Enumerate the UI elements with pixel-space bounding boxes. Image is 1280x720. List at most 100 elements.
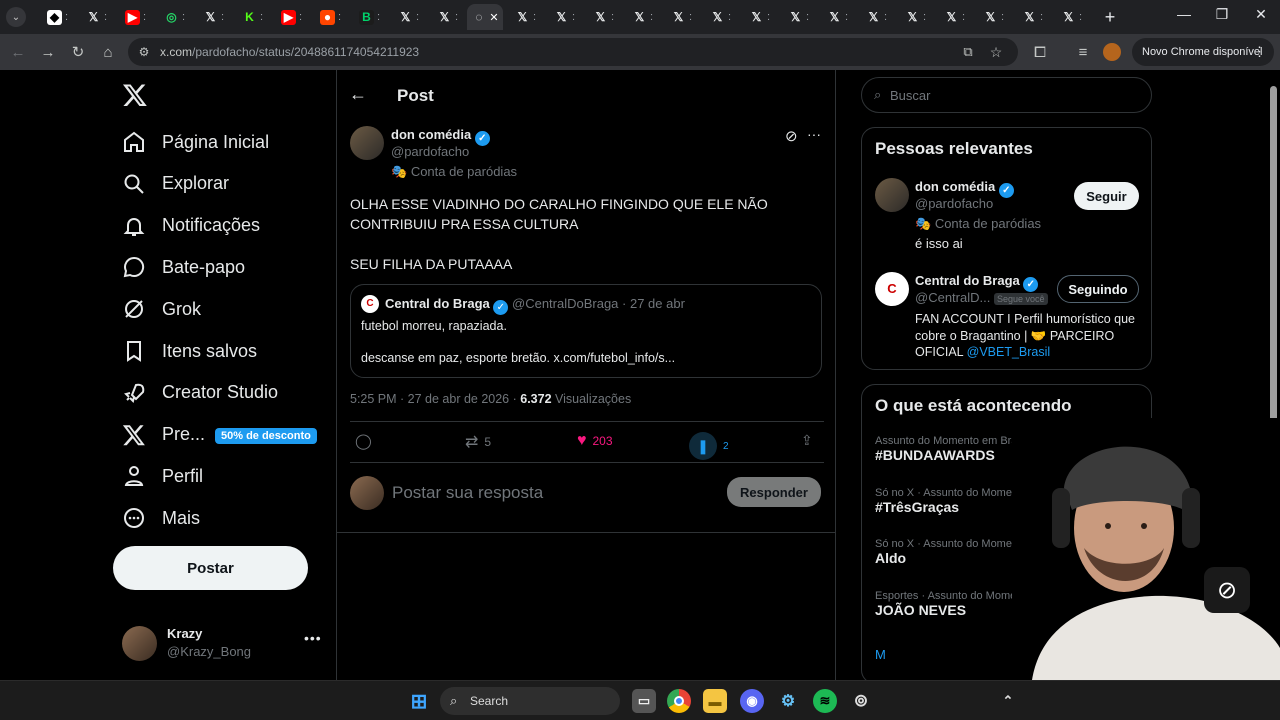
post-button[interactable]: Postar <box>113 546 308 590</box>
x-logo-icon: 𝕏 <box>1063 10 1074 24</box>
browser-tab[interactable]: 𝕏: <box>389 4 428 30</box>
sidebar-item-search[interactable]: Explorar <box>122 166 229 202</box>
reply-action[interactable]: ◯ <box>355 432 372 450</box>
sidebar-item-home[interactable]: Página Inicial <box>122 124 269 160</box>
sidebar-item-x-logo[interactable]: Pre... <box>122 417 205 453</box>
browser-tab[interactable]: B: <box>350 4 389 30</box>
steam-icon[interactable]: ⚙ <box>776 689 800 713</box>
like-action[interactable]: ♥ 203 <box>577 432 613 450</box>
windows-start-icon[interactable]: ⊞ <box>407 689 431 713</box>
x-logo-icon: 𝕏 <box>595 10 606 24</box>
browser-tab[interactable]: 𝕏: <box>779 4 818 30</box>
install-app-icon[interactable]: ⧉ <box>958 42 978 62</box>
browser-tab[interactable]: 𝕏: <box>428 4 467 30</box>
file-explorer-icon[interactable]: ▬ <box>703 689 727 713</box>
search-input[interactable]: ⌕ Buscar <box>861 77 1152 113</box>
profile-avatar[interactable] <box>1103 43 1121 61</box>
sidebar-item-person[interactable]: Perfil <box>122 458 203 494</box>
more-dots-icon[interactable]: ••• <box>304 630 322 646</box>
discord-icon[interactable]: ◉ <box>740 689 764 713</box>
bio-link[interactable]: @VBET_Brasil <box>967 345 1051 359</box>
restore-button[interactable]: ❐ <box>1207 6 1237 23</box>
browser-tab[interactable]: 𝕏: <box>1013 4 1052 30</box>
browser-tab[interactable]: 𝕏: <box>623 4 662 30</box>
browser-tab[interactable]: ◆: <box>38 4 77 30</box>
sidebar-item-more-circle[interactable]: Mais <box>122 500 200 536</box>
share-action[interactable]: ⇪ <box>801 432 813 449</box>
chrome-app-icon[interactable] <box>667 689 691 713</box>
home-browser-icon[interactable]: ⌂ <box>98 42 118 62</box>
show-more-link[interactable]: M <box>875 647 886 662</box>
sidebar-item-label: Notificações <box>162 215 261 236</box>
author-avatar[interactable] <box>350 126 384 160</box>
browser-tab[interactable]: 𝕏: <box>896 4 935 30</box>
browser-tab[interactable]: 𝕏: <box>506 4 545 30</box>
extensions-icon[interactable]: ⧠ <box>1030 42 1050 62</box>
browser-tab[interactable]: 𝕏: <box>740 4 779 30</box>
repost-action[interactable]: ⇄ 5 <box>465 432 491 452</box>
browser-tab[interactable]: ▶: <box>116 4 155 30</box>
browser-tab[interactable]: 𝕏: <box>935 4 974 30</box>
browser-tab[interactable]: 𝕏: <box>701 4 740 30</box>
site-info-icon[interactable]: ⚙ <box>134 42 154 62</box>
obs-icon[interactable]: ⊚ <box>849 689 873 713</box>
reply-input[interactable]: Postar sua resposta <box>392 483 543 503</box>
trend-item[interactable]: Só no X · Assunto do Momento #TrêsGraças <box>875 487 1027 515</box>
account-switcher[interactable]: Krazy @Krazy_Bong ••• <box>122 624 322 664</box>
more-dots-icon[interactable]: ··· <box>807 126 821 142</box>
sidebar-item-chat[interactable]: Bate-papo <box>122 249 245 285</box>
browser-tab[interactable]: 𝕏: <box>77 4 116 30</box>
x-logo-icon[interactable] <box>122 82 148 108</box>
new-tab-button[interactable]: + <box>1098 4 1122 30</box>
spotify-icon[interactable]: ≋ <box>813 689 837 713</box>
tray-chevron-up-icon[interactable]: ⌃ <box>996 689 1020 713</box>
browser-tab[interactable]: K: <box>233 4 272 30</box>
grok-icon[interactable]: ⊘ <box>785 127 798 145</box>
bookmark-star-icon[interactable]: ☆ <box>986 42 1006 62</box>
browser-tab[interactable]: 𝕏: <box>545 4 584 30</box>
trend-item[interactable]: Só no X · Assunto do Momento Aldo <box>875 538 1027 566</box>
close-tab-icon[interactable]: ✕ <box>489 11 498 24</box>
taskbar-search[interactable]: ⌕ Search <box>440 687 620 715</box>
browser-tab[interactable]: 𝕏: <box>1052 4 1091 30</box>
bookmark-action[interactable]: ❚ 2 <box>689 432 729 460</box>
browser-tab[interactable]: 𝕏: <box>974 4 1013 30</box>
sidebar-item-bell[interactable]: Notificações <box>122 208 260 244</box>
back-arrow-icon[interactable]: ← <box>349 84 367 105</box>
browser-tab[interactable]: ◌ ✕ <box>467 4 503 30</box>
browser-tab[interactable]: ●: <box>311 4 350 30</box>
quote-text-line: futebol morreu, rapaziada. <box>361 319 507 333</box>
reply-button[interactable]: Responder <box>727 477 821 507</box>
sidebar-item-rocket[interactable]: Creator Studio <box>122 375 278 411</box>
chrome-update-button[interactable]: Novo Chrome disponível ⋮ <box>1132 38 1274 66</box>
browser-tab[interactable]: 𝕏: <box>584 4 623 30</box>
forward-icon[interactable]: → <box>38 42 58 62</box>
grok-floating-button[interactable]: ⊘ <box>1204 567 1250 613</box>
minimize-button[interactable]: — <box>1169 6 1199 22</box>
author-handle[interactable]: @pardofacho <box>391 144 469 159</box>
media-controls-icon[interactable]: ≡ <box>1073 42 1093 62</box>
follow-button[interactable]: Seguir <box>1074 182 1139 210</box>
reload-icon[interactable]: ↻ <box>68 42 88 62</box>
browser-tab[interactable]: ▶: <box>272 4 311 30</box>
close-window-button[interactable]: ✕ <box>1246 6 1276 23</box>
browser-tab[interactable]: 𝕏: <box>818 4 857 30</box>
browser-tab[interactable]: 𝕏: <box>194 4 233 30</box>
browser-tab[interactable]: 𝕏: <box>662 4 701 30</box>
browser-tab[interactable]: ◎: <box>155 4 194 30</box>
trend-item[interactable]: Assunto do Momento em Brasil #BUNDAAWARDS <box>875 435 1028 463</box>
sidebar-item-grok[interactable]: Grok <box>122 291 201 327</box>
task-view-icon[interactable]: ▭ <box>632 689 656 713</box>
quoted-post[interactable]: C Central do Braga ✓ @CentralDoBraga · 2… <box>350 284 822 378</box>
following-button[interactable]: Seguindo <box>1057 275 1139 303</box>
quote-header: Central do Braga ✓ @CentralDoBraga · 27 … <box>385 296 685 315</box>
tab-search-button[interactable]: ⌄ <box>4 4 28 30</box>
kebab-menu-icon[interactable]: ⋮ <box>1253 44 1266 60</box>
address-bar[interactable]: ⚙ x.com/pardofacho/status/20488611740542… <box>128 38 1018 66</box>
trend-item[interactable]: Esportes · Assunto do Momento JOÃO NEVES <box>875 590 1032 618</box>
back-icon[interactable]: ← <box>8 42 28 62</box>
browser-tab[interactable]: 𝕏: <box>857 4 896 30</box>
avatar[interactable] <box>875 178 909 212</box>
avatar[interactable]: C <box>875 272 909 306</box>
sidebar-item-bookmark[interactable]: Itens salvos <box>122 333 257 369</box>
